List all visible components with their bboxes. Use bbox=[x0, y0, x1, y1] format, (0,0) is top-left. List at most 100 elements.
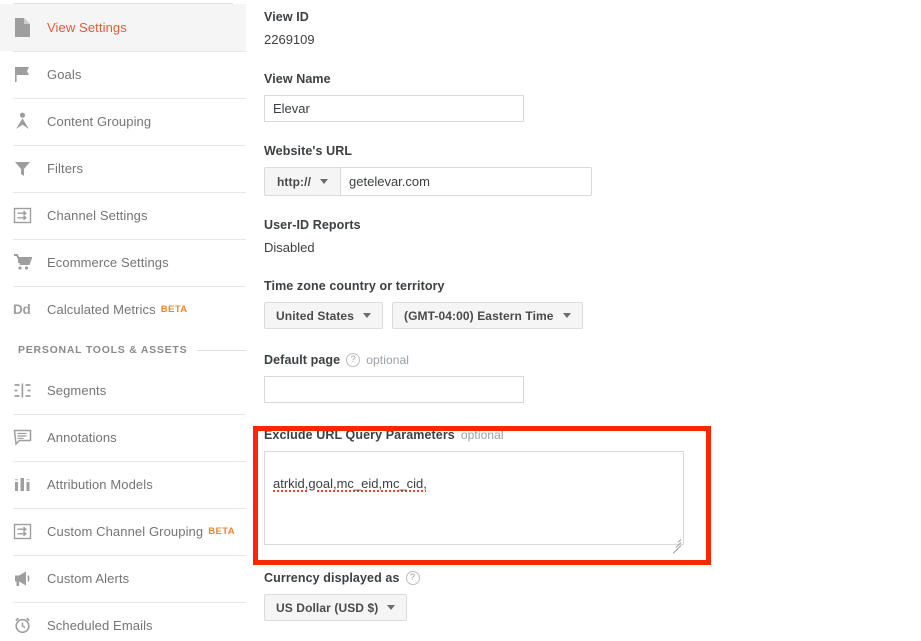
website-url-label: Website's URL bbox=[264, 144, 353, 158]
sidebar-item-label: View Settings bbox=[47, 20, 127, 35]
channel-settings-icon bbox=[13, 522, 47, 541]
document-icon bbox=[13, 18, 47, 37]
view-id-value: 2269109 bbox=[264, 32, 315, 47]
sidebar-item-filters[interactable]: Filters bbox=[0, 145, 246, 192]
divider bbox=[13, 192, 246, 193]
help-icon[interactable]: ? bbox=[405, 571, 420, 585]
view-settings-page: View Settings Goals Content Grouping Fil… bbox=[0, 0, 921, 641]
time-zone-label: Time zone country or territory bbox=[264, 279, 445, 293]
divider bbox=[13, 508, 246, 509]
default-page-label-row: Default page ? optional bbox=[264, 353, 904, 367]
funnel-icon bbox=[13, 159, 47, 178]
chevron-down-icon bbox=[387, 605, 396, 610]
sidebar-item-custom-channel-grouping[interactable]: Custom Channel Grouping BETA bbox=[0, 508, 246, 555]
website-url-input[interactable] bbox=[340, 167, 593, 196]
chevron-down-icon bbox=[362, 313, 371, 318]
divider bbox=[13, 286, 246, 287]
currency-select-value: US Dollar (USD $) bbox=[276, 600, 379, 615]
divider bbox=[13, 239, 246, 240]
currency-select[interactable]: US Dollar (USD $) bbox=[264, 594, 408, 621]
user-id-reports-label: User-ID Reports bbox=[264, 218, 361, 232]
sidebar-item-view-settings[interactable]: View Settings bbox=[0, 4, 246, 51]
default-page-optional: optional bbox=[366, 353, 410, 367]
sidebar-item-label: Custom Channel Grouping bbox=[47, 524, 204, 539]
dd-icon: Dd bbox=[13, 302, 31, 317]
sidebar-item-label: Annotations bbox=[47, 430, 117, 445]
alarm-clock-icon bbox=[13, 616, 47, 635]
admin-sidebar: View Settings Goals Content Grouping Fil… bbox=[0, 0, 246, 641]
annotations-icon bbox=[13, 428, 47, 447]
sidebar-item-label: Ecommerce Settings bbox=[47, 255, 169, 270]
divider bbox=[13, 51, 246, 52]
beta-badge: BETA bbox=[160, 304, 188, 315]
sidebar-item-label: Content Grouping bbox=[47, 114, 152, 129]
exclude-params-label-row: Exclude URL Query Parameters optional bbox=[264, 428, 904, 442]
currency-label: Currency displayed as bbox=[264, 571, 400, 585]
sidebar-item-content-grouping[interactable]: Content Grouping bbox=[0, 98, 246, 145]
timezone-country-select[interactable]: United States bbox=[264, 302, 383, 329]
view-name-label: View Name bbox=[264, 72, 331, 86]
form-inner: View ID 2269109 View Name Website's URL … bbox=[264, 0, 904, 621]
field-currency: Currency displayed as ? US Dollar (USD $… bbox=[264, 571, 904, 621]
channel-settings-icon bbox=[13, 206, 47, 225]
flag-icon bbox=[13, 65, 47, 84]
divider bbox=[13, 461, 246, 462]
sidebar-item-ecommerce-settings[interactable]: Ecommerce Settings bbox=[0, 239, 246, 286]
view-name-input[interactable] bbox=[264, 95, 524, 122]
protocol-select[interactable]: http:// bbox=[264, 167, 341, 196]
currency-label-row: Currency displayed as ? bbox=[264, 571, 904, 585]
timezone-zone-select[interactable]: (GMT-04:00) Eastern Time bbox=[391, 302, 583, 329]
exclude-params-textarea-wrap: atrkid,goal,mc_eid,mc_cid, bbox=[264, 451, 684, 554]
exclude-params-textarea[interactable] bbox=[264, 451, 684, 545]
sidebar-item-label: Attribution Models bbox=[47, 477, 153, 492]
sidebar-item-label: Goals bbox=[47, 67, 82, 82]
shopping-cart-icon bbox=[13, 253, 47, 272]
field-view-id: View ID 2269109 bbox=[264, 0, 904, 47]
bar-chart-icon bbox=[13, 475, 47, 494]
beta-badge: BETA bbox=[208, 526, 235, 537]
sidebar-item-goals[interactable]: Goals bbox=[0, 51, 246, 98]
protocol-select-value: http:// bbox=[277, 174, 312, 189]
divider bbox=[13, 602, 246, 603]
content-grouping-icon bbox=[13, 112, 47, 131]
view-settings-form: View ID 2269109 View Name Website's URL … bbox=[246, 0, 921, 641]
sidebar-item-custom-alerts[interactable]: Custom Alerts bbox=[0, 555, 246, 602]
field-exclude-url-query-parameters: Exclude URL Query Parameters optional at… bbox=[264, 428, 904, 554]
field-time-zone: Time zone country or territory United St… bbox=[264, 279, 904, 329]
sidebar-item-label: Channel Settings bbox=[47, 208, 148, 223]
help-icon[interactable]: ? bbox=[346, 353, 361, 367]
sidebar-item-label: Scheduled Emails bbox=[47, 618, 153, 633]
view-id-label: View ID bbox=[264, 10, 309, 24]
field-website-url: Website's URL http:// bbox=[264, 144, 904, 196]
sidebar-item-channel-settings[interactable]: Channel Settings bbox=[0, 192, 246, 239]
divider bbox=[13, 145, 246, 146]
section-title: PERSONAL TOOLS & ASSETS bbox=[18, 344, 188, 356]
field-user-id-reports: User-ID Reports Disabled bbox=[264, 218, 904, 255]
sidebar-item-label: Calculated Metrics bbox=[47, 302, 156, 317]
sidebar-item-segments[interactable]: Segments bbox=[0, 367, 246, 414]
time-zone-row: United States (GMT-04:00) Eastern Time bbox=[264, 302, 904, 329]
sidebar-item-scheduled-emails[interactable]: Scheduled Emails bbox=[0, 602, 246, 641]
default-page-input[interactable] bbox=[264, 376, 524, 403]
sidebar-item-calculated-metrics[interactable]: Dd Calculated Metrics BETA bbox=[0, 286, 246, 333]
divider bbox=[13, 555, 246, 556]
segments-icon bbox=[13, 381, 47, 400]
chevron-down-icon bbox=[562, 313, 571, 318]
exclude-params-label: Exclude URL Query Parameters bbox=[264, 428, 455, 442]
default-page-label: Default page bbox=[264, 353, 341, 367]
field-default-page: Default page ? optional bbox=[264, 353, 904, 403]
section-rule bbox=[197, 349, 246, 351]
divider bbox=[13, 414, 246, 415]
sidebar-section-personal-tools: PERSONAL TOOLS & ASSETS bbox=[0, 333, 246, 367]
timezone-zone-value: (GMT-04:00) Eastern Time bbox=[403, 308, 554, 323]
chevron-down-icon bbox=[320, 179, 329, 184]
divider bbox=[13, 98, 246, 99]
field-view-name: View Name bbox=[264, 72, 904, 122]
sidebar-item-label: Segments bbox=[47, 383, 107, 398]
megaphone-icon bbox=[13, 569, 47, 588]
sidebar-item-attribution-models[interactable]: Attribution Models bbox=[0, 461, 246, 508]
sidebar-item-annotations[interactable]: Annotations bbox=[0, 414, 246, 461]
timezone-country-value: United States bbox=[276, 308, 354, 323]
website-url-row: http:// bbox=[264, 167, 904, 196]
sidebar-item-label: Custom Alerts bbox=[47, 571, 130, 586]
